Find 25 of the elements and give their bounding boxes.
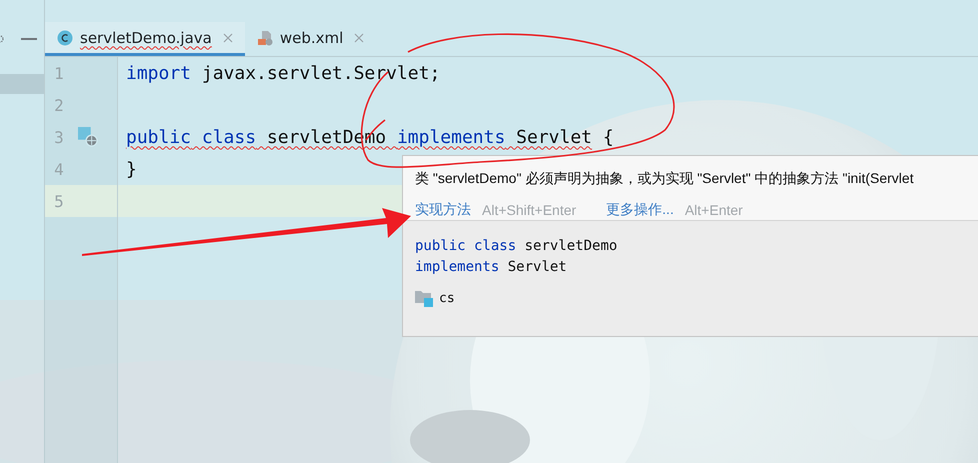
code-line: } — [126, 158, 137, 180]
error-message: 类 "servletDemo" 必须声明为抽象，或为实现 "Servlet" 中的抽象方法 "init(Servlet — [415, 170, 915, 188]
shortcut-hint: Alt+Shift+Enter — [482, 202, 576, 218]
selection-highlight — [0, 74, 44, 94]
file-tab[interactable]: web.xml — [244, 22, 376, 56]
line-number: 1 — [53, 64, 65, 82]
line-number: 5 — [53, 192, 65, 210]
declaration-line: public class servletDemo — [415, 237, 618, 256]
xml-file-icon — [256, 30, 273, 46]
close-icon[interactable] — [354, 32, 364, 42]
line-number: 3 — [53, 128, 65, 146]
line-number: 4 — [53, 160, 65, 178]
line-number: 2 — [53, 96, 65, 114]
module-name: cs — [439, 291, 455, 306]
close-icon[interactable] — [222, 32, 233, 42]
module-folder-icon — [415, 290, 433, 307]
action-link[interactable]: 实现方法 — [415, 201, 471, 219]
minimize-icon[interactable] — [21, 37, 37, 41]
implementation-icon[interactable] — [78, 127, 98, 147]
file-tab[interactable]: servletDemo.java — [45, 22, 245, 56]
declaration-line: implements Servlet — [415, 258, 568, 277]
class-file-icon — [57, 30, 73, 46]
shortcut-hint: Alt+Enter — [684, 202, 743, 218]
code-line: import javax.servlet.Servlet; — [126, 62, 440, 84]
action-link[interactable]: 更多操作... — [606, 201, 674, 219]
